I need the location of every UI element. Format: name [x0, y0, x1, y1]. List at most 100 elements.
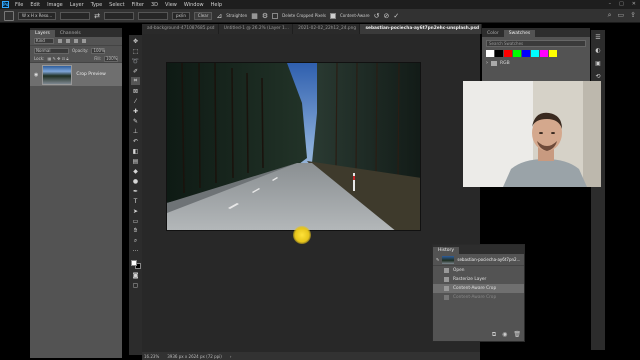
- blend-mode-dropdown[interactable]: Normal: [34, 47, 69, 54]
- history-item-open[interactable]: Open: [433, 266, 524, 275]
- delete-cropped-checkbox[interactable]: [272, 12, 279, 19]
- tab-color[interactable]: Color: [482, 30, 504, 37]
- quick-select-tool-icon[interactable]: ✐: [131, 67, 140, 75]
- chevron-right-icon[interactable]: ›: [486, 60, 488, 66]
- swatch-chip[interactable]: [486, 50, 494, 57]
- hand-tool-icon[interactable]: ✋︎: [131, 227, 140, 235]
- rectangle-tool-icon[interactable]: ▭: [131, 217, 140, 225]
- history-item-content-aware-crop[interactable]: Content-Aware Crop: [433, 284, 524, 293]
- adjustments-icon[interactable]: ◐: [595, 47, 600, 54]
- menu-view[interactable]: View: [165, 2, 177, 8]
- zoom-tool-icon[interactable]: ⌕: [131, 237, 140, 245]
- swatch-chip[interactable]: [522, 50, 530, 57]
- menu-filter[interactable]: Filter: [132, 2, 144, 8]
- menu-select[interactable]: Select: [109, 2, 124, 8]
- tab-history[interactable]: History: [433, 247, 460, 254]
- history-icon[interactable]: ⟲: [595, 73, 600, 80]
- lock-icons[interactable]: ▦ ✎ ✥ ⊡ 🔒︎: [47, 56, 68, 61]
- doc-tab-3[interactable]: 2021-02-02_22h12_24.png: [293, 24, 361, 34]
- swatch-chip[interactable]: [531, 50, 539, 57]
- filter-pixel-icon[interactable]: [58, 39, 62, 43]
- frame-tool-icon[interactable]: ⊠: [131, 87, 140, 95]
- menu-edit[interactable]: Edit: [30, 2, 40, 8]
- commit-check-icon[interactable]: ✓: [393, 12, 399, 20]
- eraser-tool-icon[interactable]: ◧: [131, 147, 140, 155]
- minimize-button[interactable]: –: [609, 1, 612, 7]
- menu-image[interactable]: Image: [47, 2, 63, 8]
- history-brush-source-icon[interactable]: ✎: [436, 257, 439, 262]
- tab-channels[interactable]: Channels: [55, 30, 86, 37]
- crop-tool-icon[interactable]: ⌗: [131, 77, 140, 85]
- layer-name[interactable]: Crop Preview: [76, 72, 105, 77]
- menu-3d[interactable]: 3D: [151, 2, 158, 8]
- swatch-chip[interactable]: [495, 50, 503, 57]
- swatch-chip[interactable]: [540, 50, 548, 57]
- menu-type[interactable]: Type: [91, 2, 102, 8]
- move-tool-icon[interactable]: ✥: [131, 37, 140, 45]
- workspace-icon[interactable]: ▭: [618, 11, 625, 20]
- opacity-field[interactable]: 100%: [91, 47, 106, 54]
- libraries-icon[interactable]: ▣: [595, 60, 601, 67]
- ratio-dropdown[interactable]: W x H x Reso...: [18, 11, 57, 20]
- tab-swatches[interactable]: Swatches: [503, 30, 536, 37]
- filter-type-icon[interactable]: [74, 39, 78, 43]
- swap-icon[interactable]: ⇄: [94, 12, 100, 20]
- tab-layers[interactable]: Layers: [30, 30, 55, 37]
- clone-stamp-tool-icon[interactable]: ⊥: [131, 127, 140, 135]
- overlay-grid-icon[interactable]: ▦: [251, 12, 258, 20]
- doc-tab-2[interactable]: Untitled-1 @ 26.2% (Layer 1...: [219, 24, 294, 34]
- height-field[interactable]: [104, 11, 134, 20]
- properties-icon[interactable]: ☰: [595, 34, 600, 41]
- delete-state-icon[interactable]: 🗑︎: [513, 331, 521, 339]
- swatch-chip[interactable]: [504, 50, 512, 57]
- history-snapshot[interactable]: ✎ sebastian-pociecha-ay6t7pn2...: [433, 254, 524, 266]
- reset-icon[interactable]: ↺: [374, 12, 380, 20]
- path-selection-tool-icon[interactable]: ➤: [131, 207, 140, 215]
- search-icon[interactable]: ⌕: [608, 11, 612, 20]
- history-brush-tool-icon[interactable]: ↶: [131, 137, 140, 145]
- status-arrow-icon[interactable]: ›: [230, 354, 232, 359]
- settings-gear-icon[interactable]: ⚙: [262, 12, 268, 20]
- maximize-button[interactable]: □: [619, 1, 624, 7]
- new-document-from-state-icon[interactable]: ⧉: [492, 331, 496, 339]
- menu-layer[interactable]: Layer: [70, 2, 84, 8]
- color-swatches[interactable]: [130, 260, 141, 269]
- fill-field[interactable]: 100%: [104, 55, 118, 62]
- new-snapshot-icon[interactable]: ◉: [502, 331, 507, 339]
- document-image[interactable]: [166, 62, 421, 231]
- marquee-tool-icon[interactable]: ⬚: [131, 47, 140, 55]
- eyedropper-tool-icon[interactable]: ⁄: [131, 97, 140, 105]
- menu-window[interactable]: Window: [184, 2, 204, 8]
- doc-tab-1[interactable]: ad-background-471087685.psd: [142, 24, 219, 34]
- menu-file[interactable]: File: [15, 2, 23, 8]
- dodge-tool-icon[interactable]: ●: [131, 177, 140, 185]
- blur-tool-icon[interactable]: ◆: [131, 167, 140, 175]
- pen-tool-icon[interactable]: ✒: [131, 187, 140, 195]
- history-item-rasterize[interactable]: Rasterize Layer: [433, 275, 524, 284]
- close-window-button[interactable]: ✕: [632, 1, 636, 7]
- crop-tool-preset-icon[interactable]: [4, 10, 14, 21]
- visibility-eye-icon[interactable]: ◉: [34, 72, 38, 78]
- layer-row[interactable]: ◉ Crop Preview: [30, 63, 122, 86]
- menu-help[interactable]: Help: [211, 2, 222, 8]
- type-tool-icon[interactable]: T: [131, 197, 140, 205]
- zoom-level[interactable]: 16.23%: [144, 354, 159, 359]
- foreground-color-swatch[interactable]: [130, 260, 137, 266]
- share-icon[interactable]: ⇪: [630, 11, 636, 20]
- swatches-search-input[interactable]: Search Swatches: [486, 40, 586, 47]
- filter-shape-icon[interactable]: [82, 39, 86, 43]
- rgb-folder[interactable]: › RGB: [486, 60, 586, 66]
- lasso-tool-icon[interactable]: ➰: [131, 57, 140, 65]
- cancel-icon[interactable]: ⊘: [383, 12, 389, 20]
- doc-tab-active[interactable]: sebastian-pociecha-ay6t7pn2ehc-unsplash.…: [360, 24, 483, 34]
- filter-adjustment-icon[interactable]: [66, 39, 70, 43]
- unit-dropdown[interactable]: px/in: [172, 11, 190, 20]
- gradient-tool-icon[interactable]: ▤: [131, 157, 140, 165]
- healing-brush-tool-icon[interactable]: ✚: [131, 107, 140, 115]
- quick-mask-icon[interactable]: ◙: [131, 271, 140, 279]
- kind-filter-dropdown[interactable]: Kind: [34, 38, 54, 44]
- straighten-label[interactable]: Straighten: [226, 13, 247, 18]
- history-item-content-aware-crop-undone[interactable]: Content-Aware Crop: [433, 293, 524, 302]
- screen-mode-icon[interactable]: ▢: [131, 281, 140, 289]
- straighten-icon[interactable]: ⊿: [216, 12, 222, 20]
